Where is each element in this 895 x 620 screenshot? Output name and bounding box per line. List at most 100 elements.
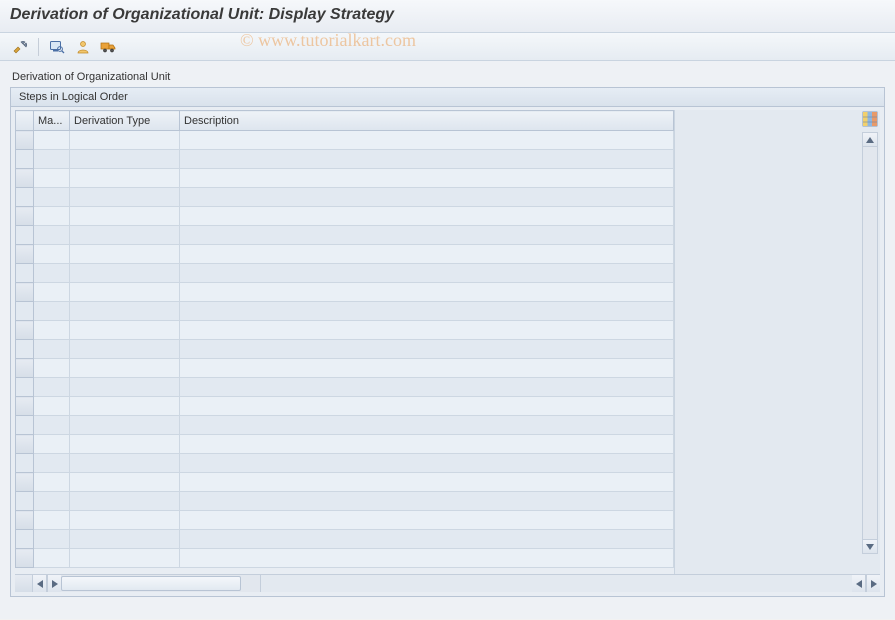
row-selector[interactable] <box>16 378 34 397</box>
cell-maintain[interactable] <box>34 511 70 530</box>
vscroll-track[interactable] <box>863 147 877 539</box>
row-selector[interactable] <box>16 473 34 492</box>
cell-description[interactable] <box>180 359 674 378</box>
col-header-selector[interactable] <box>16 111 34 131</box>
cell-maintain[interactable] <box>34 264 70 283</box>
row-selector[interactable] <box>16 226 34 245</box>
cell-description[interactable] <box>180 454 674 473</box>
cell-derivation-type[interactable] <box>70 416 180 435</box>
cell-description[interactable] <box>180 492 674 511</box>
cell-derivation-type[interactable] <box>70 435 180 454</box>
cell-derivation-type[interactable] <box>70 226 180 245</box>
cell-maintain[interactable] <box>34 150 70 169</box>
cell-description[interactable] <box>180 169 674 188</box>
row-selector[interactable] <box>16 302 34 321</box>
row-selector[interactable] <box>16 511 34 530</box>
cell-maintain[interactable] <box>34 549 70 568</box>
cell-maintain[interactable] <box>34 169 70 188</box>
cell-derivation-type[interactable] <box>70 283 180 302</box>
cell-derivation-type[interactable] <box>70 473 180 492</box>
cell-derivation-type[interactable] <box>70 359 180 378</box>
cell-maintain[interactable] <box>34 359 70 378</box>
display-change-button[interactable] <box>8 36 32 58</box>
cell-description[interactable] <box>180 150 674 169</box>
row-selector[interactable] <box>16 397 34 416</box>
cell-maintain[interactable] <box>34 397 70 416</box>
cell-maintain[interactable] <box>34 226 70 245</box>
cell-description[interactable] <box>180 473 674 492</box>
cell-description[interactable] <box>180 397 674 416</box>
transport-button[interactable] <box>97 36 121 58</box>
cell-description[interactable] <box>180 378 674 397</box>
hscroll-thumb[interactable] <box>61 576 241 591</box>
cell-description[interactable] <box>180 207 674 226</box>
col-header-maintain[interactable]: Ma... <box>34 111 70 131</box>
cell-description[interactable] <box>180 416 674 435</box>
row-selector[interactable] <box>16 169 34 188</box>
cell-derivation-type[interactable] <box>70 530 180 549</box>
row-selector[interactable] <box>16 340 34 359</box>
cell-maintain[interactable] <box>34 302 70 321</box>
cell-derivation-type[interactable] <box>70 169 180 188</box>
scroll-left-button-2[interactable] <box>852 575 866 592</box>
cell-maintain[interactable] <box>34 435 70 454</box>
row-selector[interactable] <box>16 150 34 169</box>
cell-derivation-type[interactable] <box>70 245 180 264</box>
cell-maintain[interactable] <box>34 378 70 397</box>
cell-derivation-type[interactable] <box>70 340 180 359</box>
vertical-scrollbar[interactable] <box>862 132 878 554</box>
cell-maintain[interactable] <box>34 283 70 302</box>
row-selector[interactable] <box>16 454 34 473</box>
cell-derivation-type[interactable] <box>70 549 180 568</box>
cell-description[interactable] <box>180 131 674 150</box>
cell-description[interactable] <box>180 283 674 302</box>
cell-derivation-type[interactable] <box>70 321 180 340</box>
cell-description[interactable] <box>180 530 674 549</box>
cell-description[interactable] <box>180 188 674 207</box>
cell-derivation-type[interactable] <box>70 264 180 283</box>
cell-description[interactable] <box>180 245 674 264</box>
cell-description[interactable] <box>180 321 674 340</box>
row-selector[interactable] <box>16 264 34 283</box>
cell-description[interactable] <box>180 340 674 359</box>
cell-derivation-type[interactable] <box>70 150 180 169</box>
cell-description[interactable] <box>180 264 674 283</box>
cell-maintain[interactable] <box>34 131 70 150</box>
row-selector[interactable] <box>16 283 34 302</box>
cell-maintain[interactable] <box>34 188 70 207</box>
cell-maintain[interactable] <box>34 321 70 340</box>
row-selector[interactable] <box>16 188 34 207</box>
row-selector[interactable] <box>16 207 34 226</box>
cell-derivation-type[interactable] <box>70 397 180 416</box>
cell-maintain[interactable] <box>34 530 70 549</box>
scroll-down-button[interactable] <box>863 539 877 553</box>
cell-maintain[interactable] <box>34 454 70 473</box>
cell-derivation-type[interactable] <box>70 131 180 150</box>
col-header-description[interactable]: Description <box>180 111 674 131</box>
cell-maintain[interactable] <box>34 492 70 511</box>
cell-description[interactable] <box>180 549 674 568</box>
row-selector[interactable] <box>16 359 34 378</box>
cell-description[interactable] <box>180 435 674 454</box>
row-selector[interactable] <box>16 530 34 549</box>
scroll-right-button[interactable] <box>47 575 61 592</box>
table-settings-button[interactable] <box>862 111 878 127</box>
row-selector[interactable] <box>16 549 34 568</box>
cell-maintain[interactable] <box>34 207 70 226</box>
row-selector[interactable] <box>16 321 34 340</box>
cell-description[interactable] <box>180 302 674 321</box>
scroll-right-button-2[interactable] <box>866 575 880 592</box>
cell-derivation-type[interactable] <box>70 378 180 397</box>
cell-description[interactable] <box>180 226 674 245</box>
col-header-derivation-type[interactable]: Derivation Type <box>70 111 180 131</box>
cell-maintain[interactable] <box>34 245 70 264</box>
overview-button[interactable] <box>45 36 69 58</box>
scroll-up-button[interactable] <box>863 133 877 147</box>
hscroll-track[interactable] <box>61 575 261 592</box>
cell-derivation-type[interactable] <box>70 188 180 207</box>
row-selector[interactable] <box>16 435 34 454</box>
row-selector[interactable] <box>16 131 34 150</box>
cell-maintain[interactable] <box>34 416 70 435</box>
cell-maintain[interactable] <box>34 340 70 359</box>
row-selector[interactable] <box>16 492 34 511</box>
